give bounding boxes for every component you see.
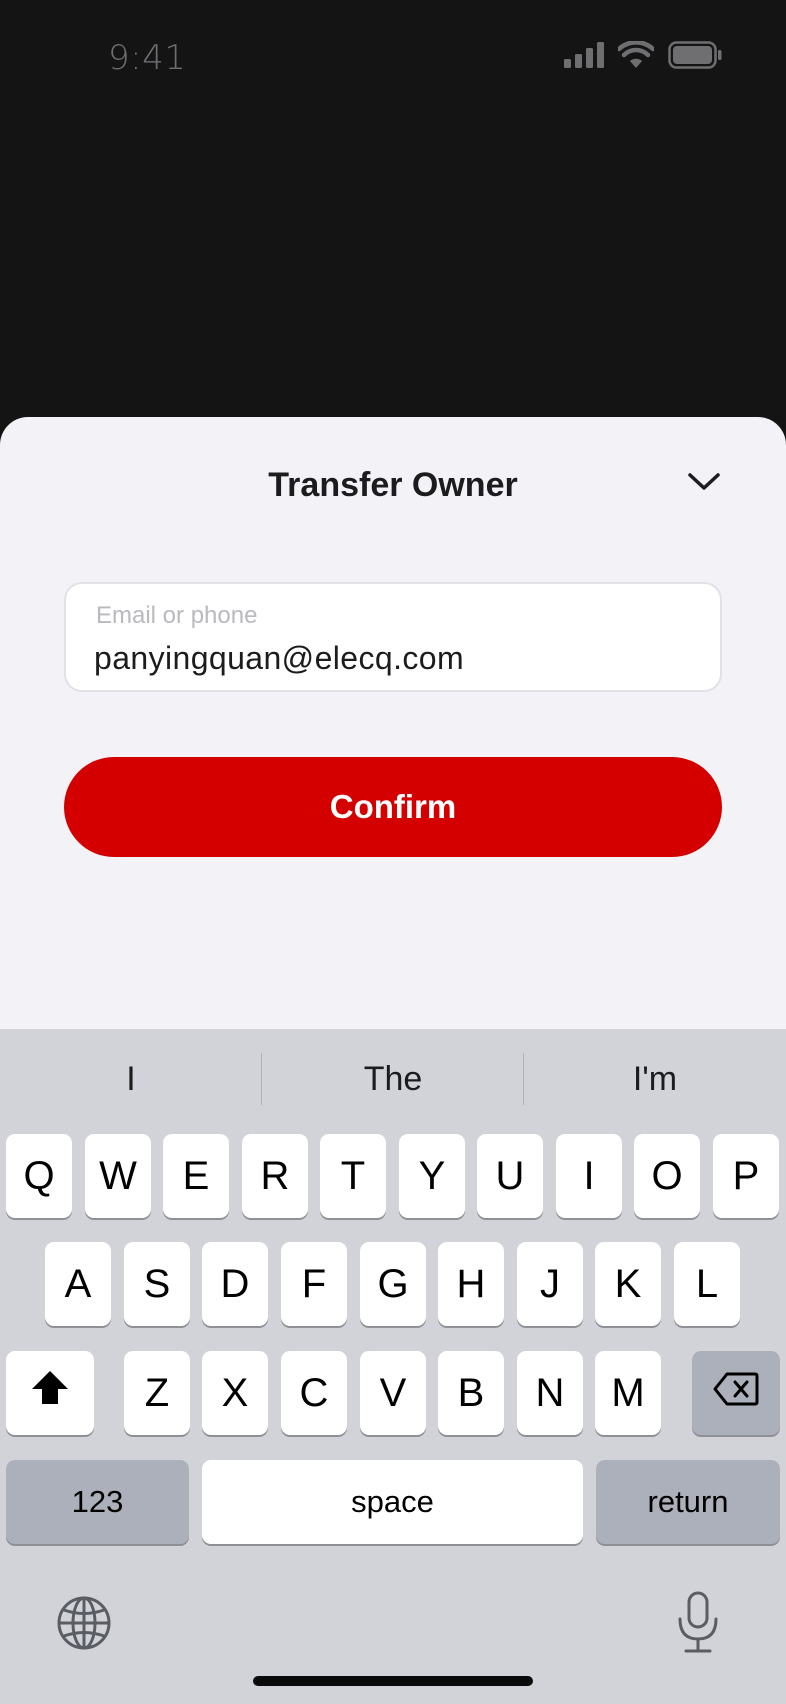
key-r[interactable]: R bbox=[242, 1134, 308, 1218]
key-j[interactable]: J bbox=[517, 1242, 583, 1326]
space-key[interactable]: space bbox=[202, 1460, 583, 1544]
key-q[interactable]: Q bbox=[6, 1134, 72, 1218]
key-z[interactable]: Z bbox=[124, 1351, 190, 1435]
shift-key[interactable] bbox=[6, 1351, 94, 1435]
globe-icon bbox=[56, 1596, 112, 1655]
key-a[interactable]: A bbox=[45, 1242, 111, 1326]
battery-icon bbox=[668, 40, 722, 74]
transfer-owner-sheet bbox=[0, 417, 786, 1029]
suggestion-2[interactable]: The bbox=[262, 1029, 524, 1129]
key-o[interactable]: O bbox=[634, 1134, 700, 1218]
keyboard: I The I'm Q W E R T Y U I O P A S D F G … bbox=[0, 1029, 786, 1704]
key-f[interactable]: F bbox=[281, 1242, 347, 1326]
key-i[interactable]: I bbox=[556, 1134, 622, 1218]
key-c[interactable]: C bbox=[281, 1351, 347, 1435]
key-d[interactable]: D bbox=[202, 1242, 268, 1326]
email-or-phone-input[interactable] bbox=[94, 636, 694, 680]
wifi-icon bbox=[616, 39, 656, 74]
key-u[interactable]: U bbox=[477, 1134, 543, 1218]
key-t[interactable]: T bbox=[320, 1134, 386, 1218]
key-e[interactable]: E bbox=[163, 1134, 229, 1218]
key-h[interactable]: H bbox=[438, 1242, 504, 1326]
numbers-key[interactable]: 123 bbox=[6, 1460, 189, 1544]
dictation-button[interactable] bbox=[676, 1591, 720, 1655]
status-icons bbox=[564, 39, 722, 74]
key-p[interactable]: P bbox=[713, 1134, 779, 1218]
return-key[interactable]: return bbox=[596, 1460, 780, 1544]
backspace-icon bbox=[713, 1371, 759, 1416]
delete-key[interactable] bbox=[692, 1351, 780, 1435]
collapse-sheet-button[interactable] bbox=[684, 464, 724, 504]
email-or-phone-field[interactable]: Email or phone bbox=[64, 582, 722, 692]
status-time: 9:41 bbox=[108, 38, 187, 78]
sheet-title: Transfer Owner bbox=[268, 466, 518, 504]
key-k[interactable]: K bbox=[595, 1242, 661, 1326]
key-b[interactable]: B bbox=[438, 1351, 504, 1435]
chevron-down-icon bbox=[687, 472, 721, 497]
field-label: Email or phone bbox=[96, 602, 258, 629]
key-g[interactable]: G bbox=[360, 1242, 426, 1326]
home-indicator bbox=[253, 1676, 533, 1686]
suggestion-3[interactable]: I'm bbox=[524, 1029, 786, 1129]
key-y[interactable]: Y bbox=[399, 1134, 465, 1218]
microphone-icon bbox=[676, 1591, 720, 1659]
key-w[interactable]: W bbox=[85, 1134, 151, 1218]
cellular-signal-icon bbox=[564, 41, 604, 73]
key-x[interactable]: X bbox=[202, 1351, 268, 1435]
globe-button[interactable] bbox=[56, 1595, 112, 1651]
suggestion-1[interactable]: I bbox=[0, 1029, 262, 1129]
key-l[interactable]: L bbox=[674, 1242, 740, 1326]
key-s[interactable]: S bbox=[124, 1242, 190, 1326]
status-bar: 9:41 bbox=[0, 0, 786, 120]
key-v[interactable]: V bbox=[360, 1351, 426, 1435]
key-n[interactable]: N bbox=[517, 1351, 583, 1435]
shift-arrow-icon bbox=[30, 1369, 70, 1417]
key-m[interactable]: M bbox=[595, 1351, 661, 1435]
confirm-button[interactable]: Confirm bbox=[64, 757, 722, 857]
